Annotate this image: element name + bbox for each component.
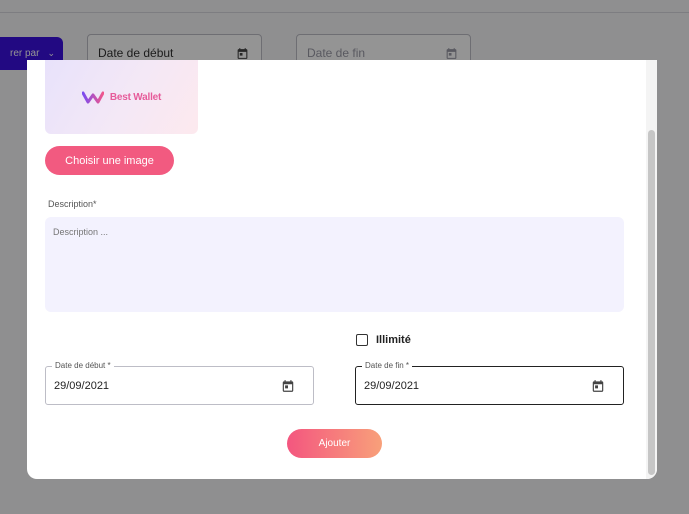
unlimited-checkbox[interactable]: [356, 334, 368, 346]
brand-name: Best Wallet: [109, 91, 162, 103]
calendar-icon[interactable]: [281, 379, 295, 393]
modal-scrollbar-thumb[interactable]: [648, 130, 655, 475]
best-wallet-logo-icon: [81, 91, 104, 104]
image-preview: Best Wallet: [45, 60, 198, 134]
end-date-label: Date de fin *: [362, 361, 413, 370]
start-date-label: Date de début *: [52, 361, 114, 370]
end-date-field[interactable]: Date de fin * 29/09/2021: [355, 361, 624, 405]
end-date-value: 29/09/2021: [364, 380, 420, 392]
add-item-modal: Best Wallet Choisir une image Descriptio…: [27, 60, 657, 479]
start-date-value: 29/09/2021: [54, 380, 110, 392]
start-date-field[interactable]: Date de début * 29/09/2021: [45, 361, 314, 405]
unlimited-label: Illimité: [376, 334, 411, 346]
description-input[interactable]: [45, 217, 624, 312]
description-label: Description*: [48, 199, 97, 209]
calendar-icon[interactable]: [591, 379, 605, 393]
choose-image-button[interactable]: Choisir une image: [45, 146, 174, 175]
unlimited-option[interactable]: Illimité: [356, 334, 411, 346]
submit-button[interactable]: Ajouter: [287, 429, 382, 458]
